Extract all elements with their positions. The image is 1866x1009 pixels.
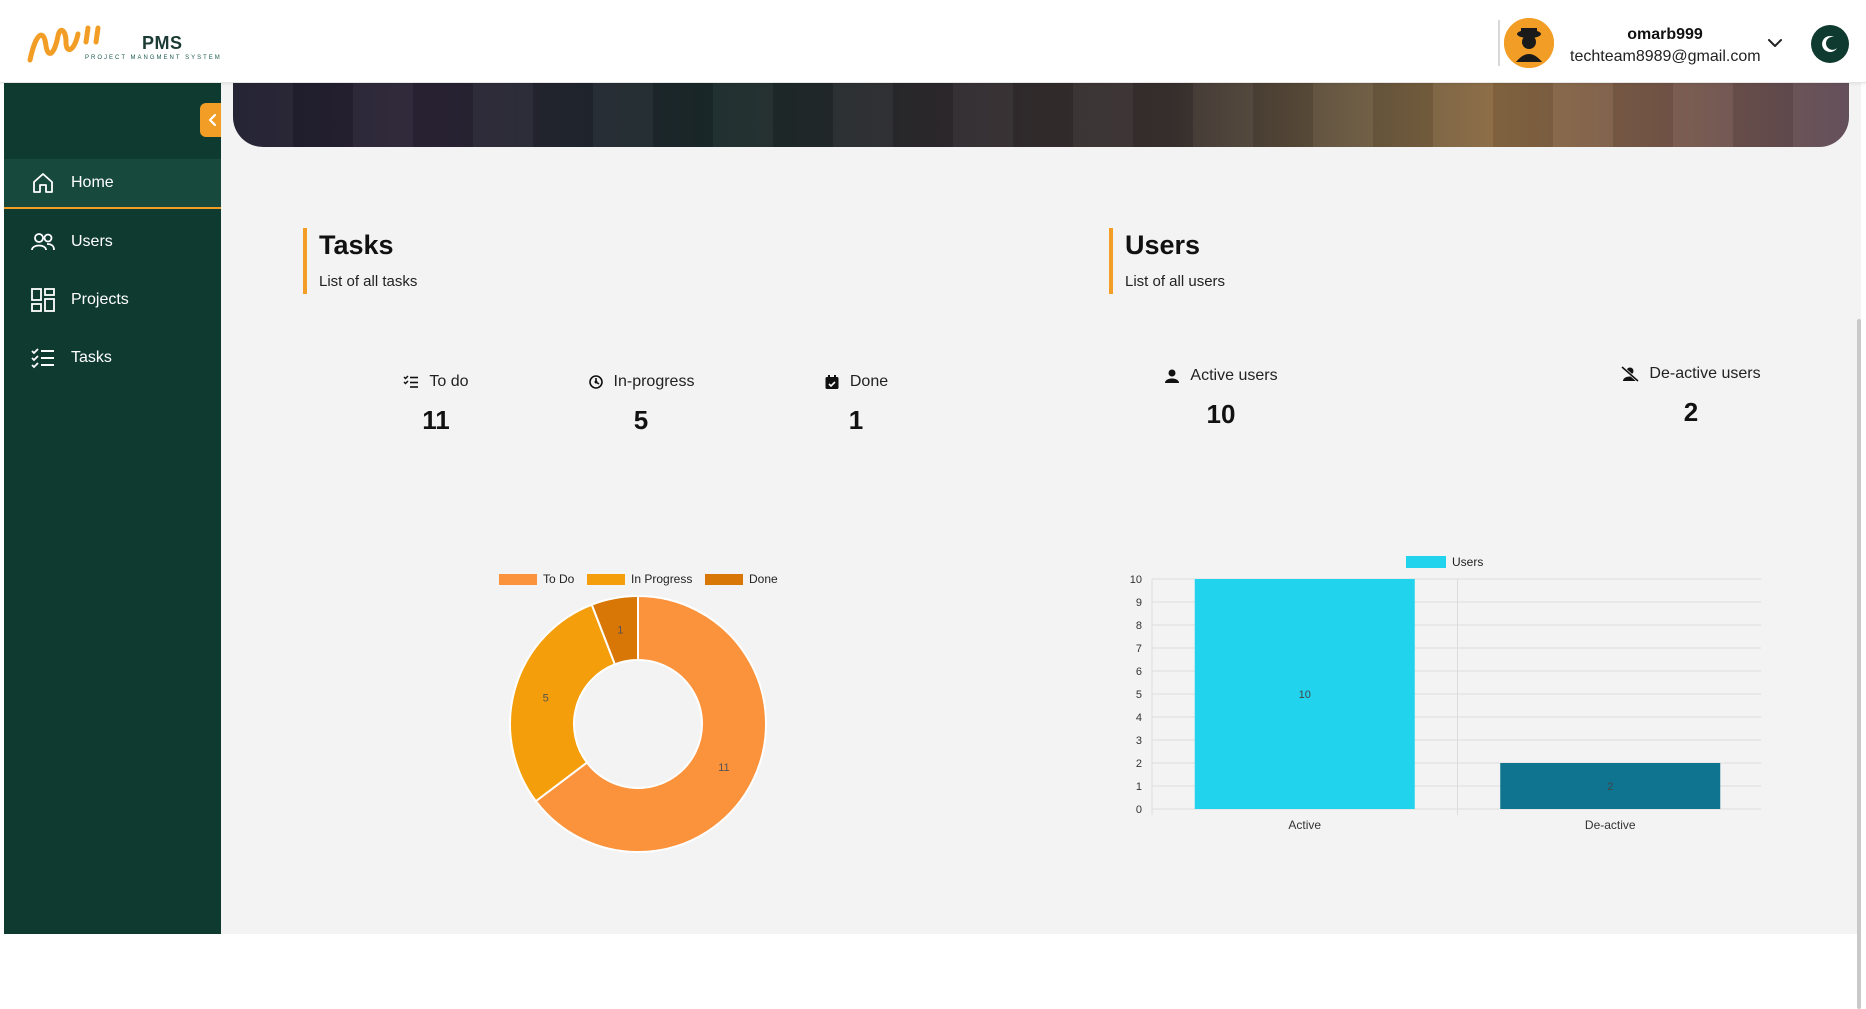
progress-icon [588,375,603,389]
y-tick-label: 5 [1136,689,1142,701]
users-header: Users List of all users [1109,228,1225,294]
legend-label: Users [1452,555,1483,569]
y-tick-label: 0 [1136,804,1142,816]
legend-swatch [499,574,537,585]
users-title: Users [1125,230,1201,260]
scrollbar[interactable] [1857,319,1861,1009]
stat-value: 1 [848,405,864,435]
sidebar-item-projects[interactable]: Projects [4,275,221,325]
legend-label: Done [749,572,778,586]
sidebar-item-label: Home [71,174,114,191]
donut-slice [509,603,617,803]
brand-name: PMS [142,33,183,53]
x-tick-label: Active [1288,818,1321,832]
bar-value-label: 2 [1607,781,1613,793]
chevron-left-icon [208,113,216,127]
stat-value: 10 [1206,399,1236,429]
y-tick-label: 3 [1136,735,1142,747]
user-icon [1165,369,1180,383]
avatar-image [1504,18,1554,68]
y-tick-label: 2 [1136,758,1142,770]
legend-swatch [1406,556,1446,568]
legend-label: To Do [543,572,575,586]
users-subtitle: List of all users [1125,273,1226,290]
x-tick-label: De-active [1585,818,1636,832]
y-tick-label: 7 [1136,643,1142,655]
chart-legend: Users [1406,555,1483,569]
legend-swatch [705,574,743,585]
brand-tagline: PROJECT MANGMENT SYSTEM [85,55,222,61]
slice-value-label: 5 [543,693,549,705]
stat-active-users: Active users 10 [1121,367,1321,430]
tasks-icon [29,344,57,372]
stat-value: 2 [1683,397,1699,427]
y-tick-label: 1 [1136,781,1142,793]
top-bar: PMS PROJECT MANGMENT SYSTEM omarb999 tec… [0,0,1866,83]
avatar[interactable] [1504,18,1554,68]
tasks-header: Tasks List of all tasks [303,228,417,294]
stat-todo: To do 11 [351,373,521,436]
user-slash-icon [1621,366,1640,382]
home-icon [29,169,57,197]
tasks-subtitle: List of all tasks [319,273,418,290]
y-tick-label: 6 [1136,666,1142,678]
tasks-title: Tasks [319,230,394,260]
y-tick-label: 9 [1136,597,1142,609]
bar-value-label: 10 [1299,689,1311,701]
main-content: Tasks List of all tasks Users List of al… [221,83,1861,1009]
stat-in-progress: In-progress 5 [556,373,726,436]
stat-value: 11 [422,405,450,435]
theme-toggle-button[interactable] [1811,25,1849,63]
sidebar-item-tasks[interactable]: Tasks [4,333,221,383]
header-divider [1498,20,1500,66]
todo-list-icon [403,375,419,388]
users-bar-chart: Users 0 1 2 3 4 5 6 7 8 9 10 10 Active 2 De-active [1130,555,1761,832]
stat-done: Done 1 [771,373,941,436]
sidebar: Home Users Projects Tasks [4,83,225,934]
stat-label: In-progress [613,373,695,390]
sidebar-item-home[interactable]: Home [4,159,221,209]
sidebar-item-label: Tasks [71,349,112,366]
chevron-down-icon[interactable] [1766,34,1784,52]
chart-legend: To Do In Progress Done [499,572,778,586]
user-email: techteam8989@gmail.com [1570,48,1761,65]
y-tick-label: 8 [1136,620,1142,632]
sidebar-item-label: Users [71,233,113,250]
legend-swatch [587,574,625,585]
slice-value-label: 11 [718,762,729,774]
stat-label: De-active users [1649,365,1761,382]
slice-value-label: 1 [617,625,623,637]
y-tick-label: 4 [1136,712,1142,724]
projects-icon [29,286,57,314]
user-name: omarb999 [1627,26,1703,43]
stat-label: To do [429,373,469,390]
tasks-donut-chart: To Do In Progress Done 11 5 1 [499,572,778,853]
users-icon [29,228,57,256]
stat-value: 5 [633,405,649,435]
legend-label: In Progress [631,572,692,586]
sidebar-item-users[interactable]: Users [4,217,221,267]
hero-banner [233,83,1849,147]
stat-label: Done [849,373,889,390]
stat-label: Active users [1190,367,1278,384]
moon-icon [1822,35,1837,52]
stat-deactive-users: De-active users 2 [1591,365,1791,428]
sidebar-item-label: Projects [71,291,129,308]
y-tick-label: 10 [1130,574,1142,586]
calendar-check-icon [825,375,839,389]
